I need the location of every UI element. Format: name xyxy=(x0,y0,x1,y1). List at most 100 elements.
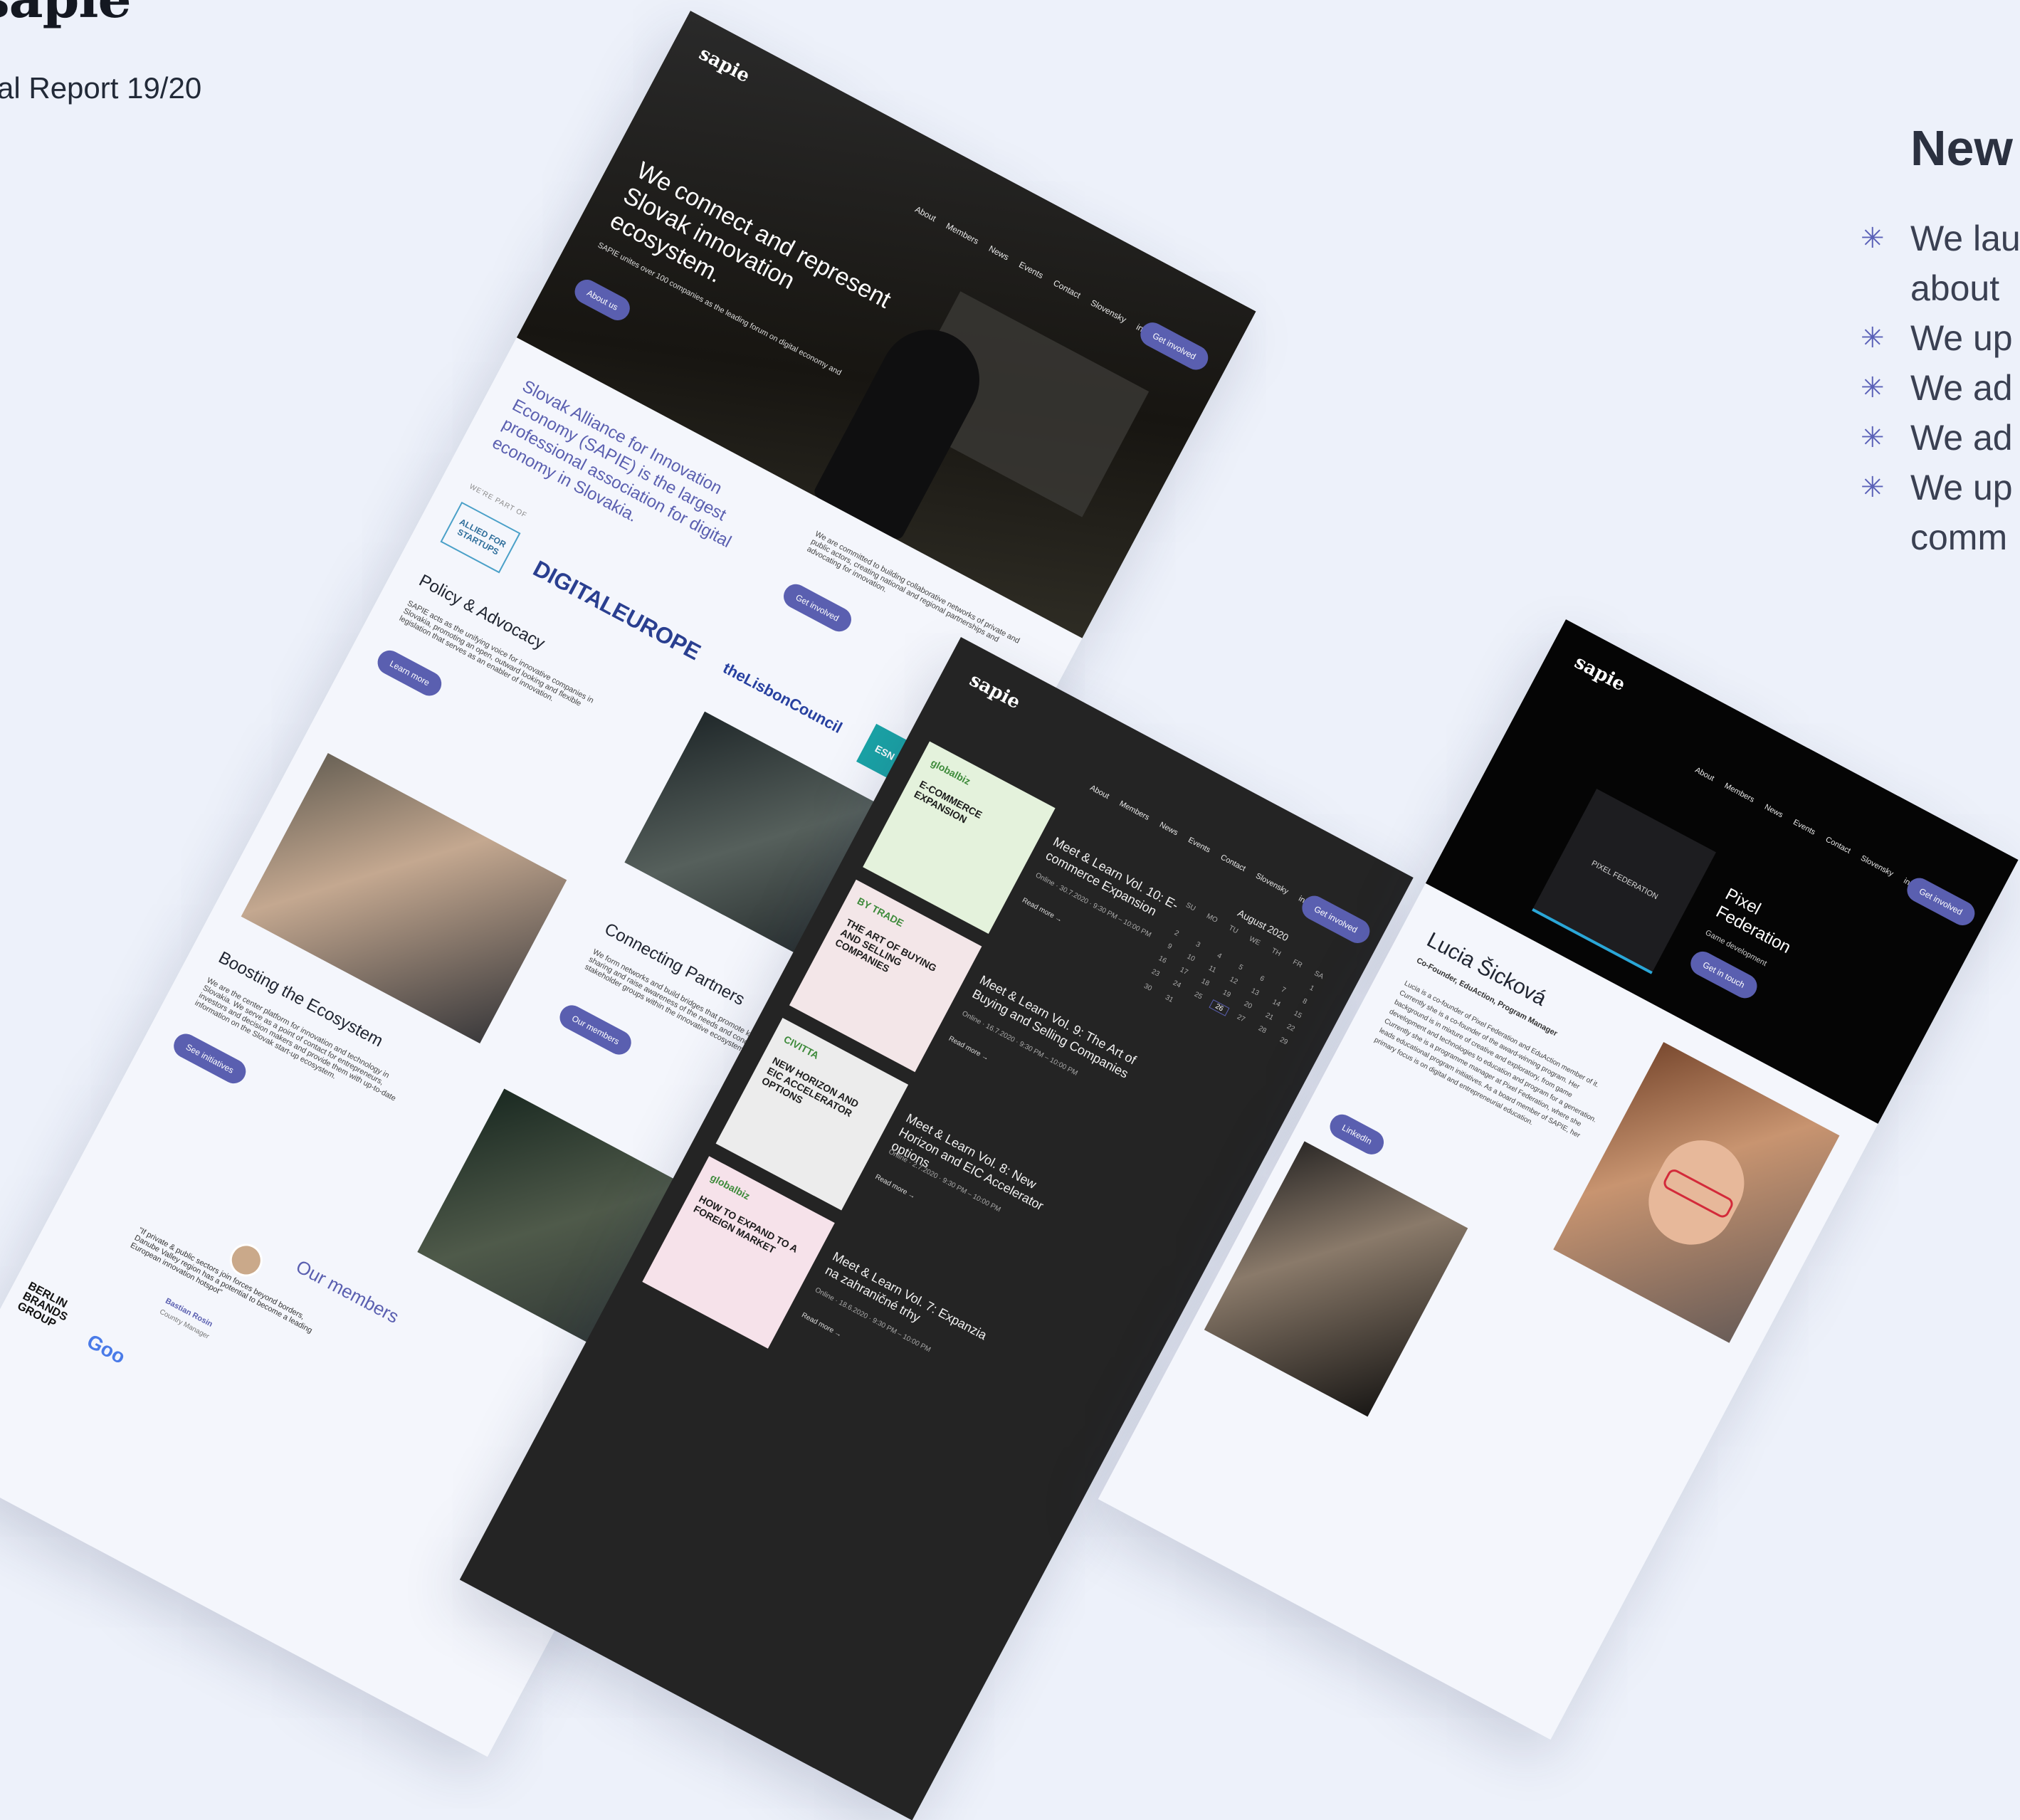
nav-item-about[interactable]: About xyxy=(1088,784,1110,801)
calendar-weekday: WE xyxy=(1248,935,1262,947)
member-quote: "If private & public sectors join forces… xyxy=(129,1226,314,1335)
calendar-day[interactable]: 22 xyxy=(1280,1020,1300,1036)
digitaleurope-logo[interactable]: DIGITALEUROPE xyxy=(529,555,705,666)
calendar-day[interactable]: 12 xyxy=(1224,973,1243,989)
nav-item-contact[interactable]: Contact xyxy=(1824,835,1852,855)
calendar-day[interactable]: 25 xyxy=(1187,988,1208,1005)
calendar-day[interactable]: 6 xyxy=(1252,971,1272,987)
sparkle-star-icon: ✳ xyxy=(1861,322,1885,354)
nav-item-members[interactable]: Members xyxy=(1723,782,1756,804)
calendar-day[interactable]: 7 xyxy=(1273,982,1293,998)
calendar-day[interactable]: 27 xyxy=(1230,1011,1251,1028)
calendar-day[interactable]: 16 xyxy=(1152,952,1172,968)
lisbon-council-logo[interactable]: theLisbonCouncil xyxy=(720,659,846,737)
calendar-day xyxy=(1280,969,1300,985)
nav-item-events[interactable]: Events xyxy=(1187,836,1211,854)
calendar-day[interactable]: 20 xyxy=(1238,997,1258,1013)
calendar-day[interactable]: 1 xyxy=(1302,981,1322,996)
annual-report-heading: al Report 19/20 xyxy=(0,71,202,105)
company-name: Pixel Federation xyxy=(1713,884,1794,958)
nav-item-members[interactable]: Members xyxy=(945,221,981,246)
google-logo[interactable]: Goo xyxy=(83,1330,129,1369)
calendar-day[interactable]: 2 xyxy=(1167,926,1187,942)
calendar-day[interactable]: 24 xyxy=(1166,977,1187,994)
calendar-day xyxy=(1195,924,1215,940)
news-item: ✳ We up xyxy=(1861,313,2020,363)
news-list: ✳ We lau about ✳ We up ✳ We ad ✳ We ad ✳ We up… xyxy=(1861,214,2020,562)
linkedin-button[interactable]: LinkedIn xyxy=(1325,1110,1389,1159)
calendar-day[interactable]: 13 xyxy=(1245,984,1265,1000)
sparkle-star-icon: ✳ xyxy=(1861,372,1885,404)
nav-item-language[interactable]: Slovensky xyxy=(1254,872,1290,896)
calendar-weekday: MO xyxy=(1204,912,1219,925)
calendar-weekday: SA xyxy=(1313,969,1325,982)
calendar-day xyxy=(1238,947,1258,962)
read-more-link[interactable]: Read more → xyxy=(874,1173,917,1201)
news-item: ✳ We up comm xyxy=(1861,463,2020,562)
calendar-day xyxy=(1174,912,1194,928)
nav-item-about[interactable]: About xyxy=(913,204,937,223)
calendar-day[interactable]: 8 xyxy=(1295,994,1315,1009)
calendar-day[interactable]: 28 xyxy=(1251,1022,1272,1039)
news-item: ✳ We ad xyxy=(1861,413,2020,463)
calendar-day[interactable]: 17 xyxy=(1174,964,1194,979)
learn-more-button[interactable]: Learn more xyxy=(373,646,446,700)
company-logo: PIXEL FEDERATION xyxy=(1532,789,1717,974)
allied-for-startups-logo[interactable]: ALLIED FOR STARTUPS xyxy=(440,501,521,574)
nav-item-contact[interactable]: Contact xyxy=(1052,278,1083,300)
our-members-button[interactable]: Our members xyxy=(555,1001,636,1059)
main-nav: About Members News Events Contact Sloven… xyxy=(1693,766,1925,894)
nav-item-events[interactable]: Events xyxy=(1792,818,1816,836)
nav-item-news[interactable]: News xyxy=(1763,803,1784,820)
calendar-day[interactable]: 29 xyxy=(1273,1033,1293,1051)
get-involved-button[interactable]: Get involved xyxy=(1136,318,1212,374)
read-more-link[interactable]: Read more → xyxy=(1021,897,1063,925)
calendar-day[interactable]: 18 xyxy=(1195,975,1215,991)
see-initiatives-button[interactable]: See initiatives xyxy=(169,1029,251,1088)
site-logo[interactable]: sapie xyxy=(966,669,1024,713)
calendar-day[interactable]: 9 xyxy=(1159,939,1179,954)
hero-title: We connect and represent Slovak innovati… xyxy=(605,157,895,314)
calendar-day[interactable]: 26 xyxy=(1209,999,1230,1016)
calendar-day[interactable]: 21 xyxy=(1259,1009,1279,1024)
sparkle-star-icon: ✳ xyxy=(1861,223,1885,254)
get-involved-button[interactable]: Get involved xyxy=(1298,891,1374,947)
calendar-weekday: FR xyxy=(1291,958,1304,970)
nav-item-news[interactable]: News xyxy=(987,243,1011,262)
news-heading: New xyxy=(1910,120,2013,176)
sparkle-star-icon: ✳ xyxy=(1861,472,1885,503)
calendar-day[interactable]: 23 xyxy=(1145,965,1165,982)
read-more-link[interactable]: Read more → xyxy=(947,1035,990,1063)
nav-item-events[interactable]: Events xyxy=(1017,260,1045,281)
calendar-day xyxy=(1259,958,1279,974)
calendar-weekday: TU xyxy=(1227,924,1240,936)
nav-item-language[interactable]: Slovensky xyxy=(1859,854,1895,878)
site-logo[interactable]: sapie xyxy=(1571,651,1629,695)
calendar-day[interactable]: 5 xyxy=(1231,959,1251,975)
read-more-link[interactable]: Read more → xyxy=(800,1311,843,1339)
calendar-weekday: SU xyxy=(1184,901,1197,913)
berlin-brands-logo[interactable]: BERLIN BRANDS GROUP xyxy=(15,1280,81,1337)
calendar-day[interactable]: 11 xyxy=(1202,962,1222,977)
nav-item-news[interactable]: News xyxy=(1158,821,1179,838)
calendar-day[interactable]: 10 xyxy=(1181,950,1201,966)
news-item: ✳ We ad xyxy=(1861,363,2020,413)
calendar-day[interactable]: 14 xyxy=(1266,996,1286,1011)
get-involved-button[interactable]: Get involved xyxy=(1903,873,1979,930)
hero-section: sapie About Members News Events Contact … xyxy=(516,11,1256,638)
nav-item-language[interactable]: Slovensky xyxy=(1089,298,1128,325)
nav-item-about[interactable]: About xyxy=(1693,766,1715,783)
calendar-day[interactable]: 19 xyxy=(1216,986,1236,1001)
calendar-day xyxy=(1216,935,1236,951)
calendar-day[interactable]: 15 xyxy=(1288,1007,1308,1023)
site-logo[interactable]: sapie xyxy=(695,43,753,87)
nav-item-members[interactable]: Members xyxy=(1118,799,1151,822)
calendar-day[interactable]: 4 xyxy=(1209,948,1229,964)
nav-item-contact[interactable]: Contact xyxy=(1219,853,1247,873)
news-item: ✳ We lau about xyxy=(1861,214,2020,313)
get-involved-secondary-button[interactable]: Get involved xyxy=(779,579,856,636)
brand-logo-text: sapie xyxy=(0,0,132,30)
calendar-weekday: TH xyxy=(1270,947,1283,959)
calendar-day[interactable]: 3 xyxy=(1188,937,1208,952)
about-us-button[interactable]: About us xyxy=(570,275,635,325)
